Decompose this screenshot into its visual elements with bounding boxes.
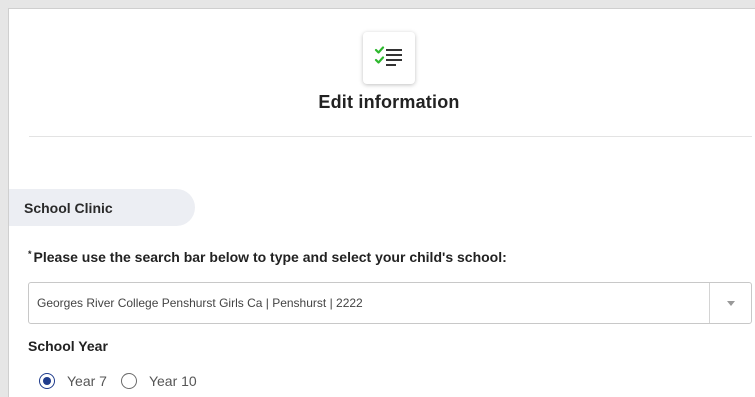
instruction-text: Please use the search bar below to type … — [33, 249, 507, 265]
caret-down-icon — [726, 294, 735, 312]
school-year-radio-group: Year 7 Year 10 — [39, 373, 211, 389]
checklist-icon — [363, 32, 415, 84]
school-search-instruction: * Please use the search bar below to type… — [28, 249, 507, 265]
radio-option-year-7[interactable]: Year 7 — [39, 373, 107, 389]
school-search-select[interactable]: Georges River College Penshurst Girls Ca… — [28, 282, 752, 324]
school-selected-value: Georges River College Penshurst Girls Ca… — [37, 296, 363, 310]
section-tab-school-clinic: School Clinic — [9, 189, 195, 226]
radio-button-year-10[interactable] — [120, 373, 137, 389]
school-year-label: School Year — [28, 338, 108, 354]
page-title: Edit information — [318, 92, 460, 112]
required-marker: * — [28, 249, 32, 259]
radio-label-year-10: Year 10 — [148, 373, 197, 389]
radio-button-year-7[interactable] — [39, 373, 55, 389]
header-divider — [29, 136, 752, 137]
section-tab-label: School Clinic — [24, 199, 113, 216]
dropdown-toggle-button[interactable] — [710, 283, 751, 323]
edit-information-panel: Edit information School Clinic * Please u… — [8, 8, 755, 397]
radio-option-year-10[interactable]: Year 10 — [120, 373, 197, 389]
radio-label-year-7: Year 7 — [67, 373, 107, 389]
